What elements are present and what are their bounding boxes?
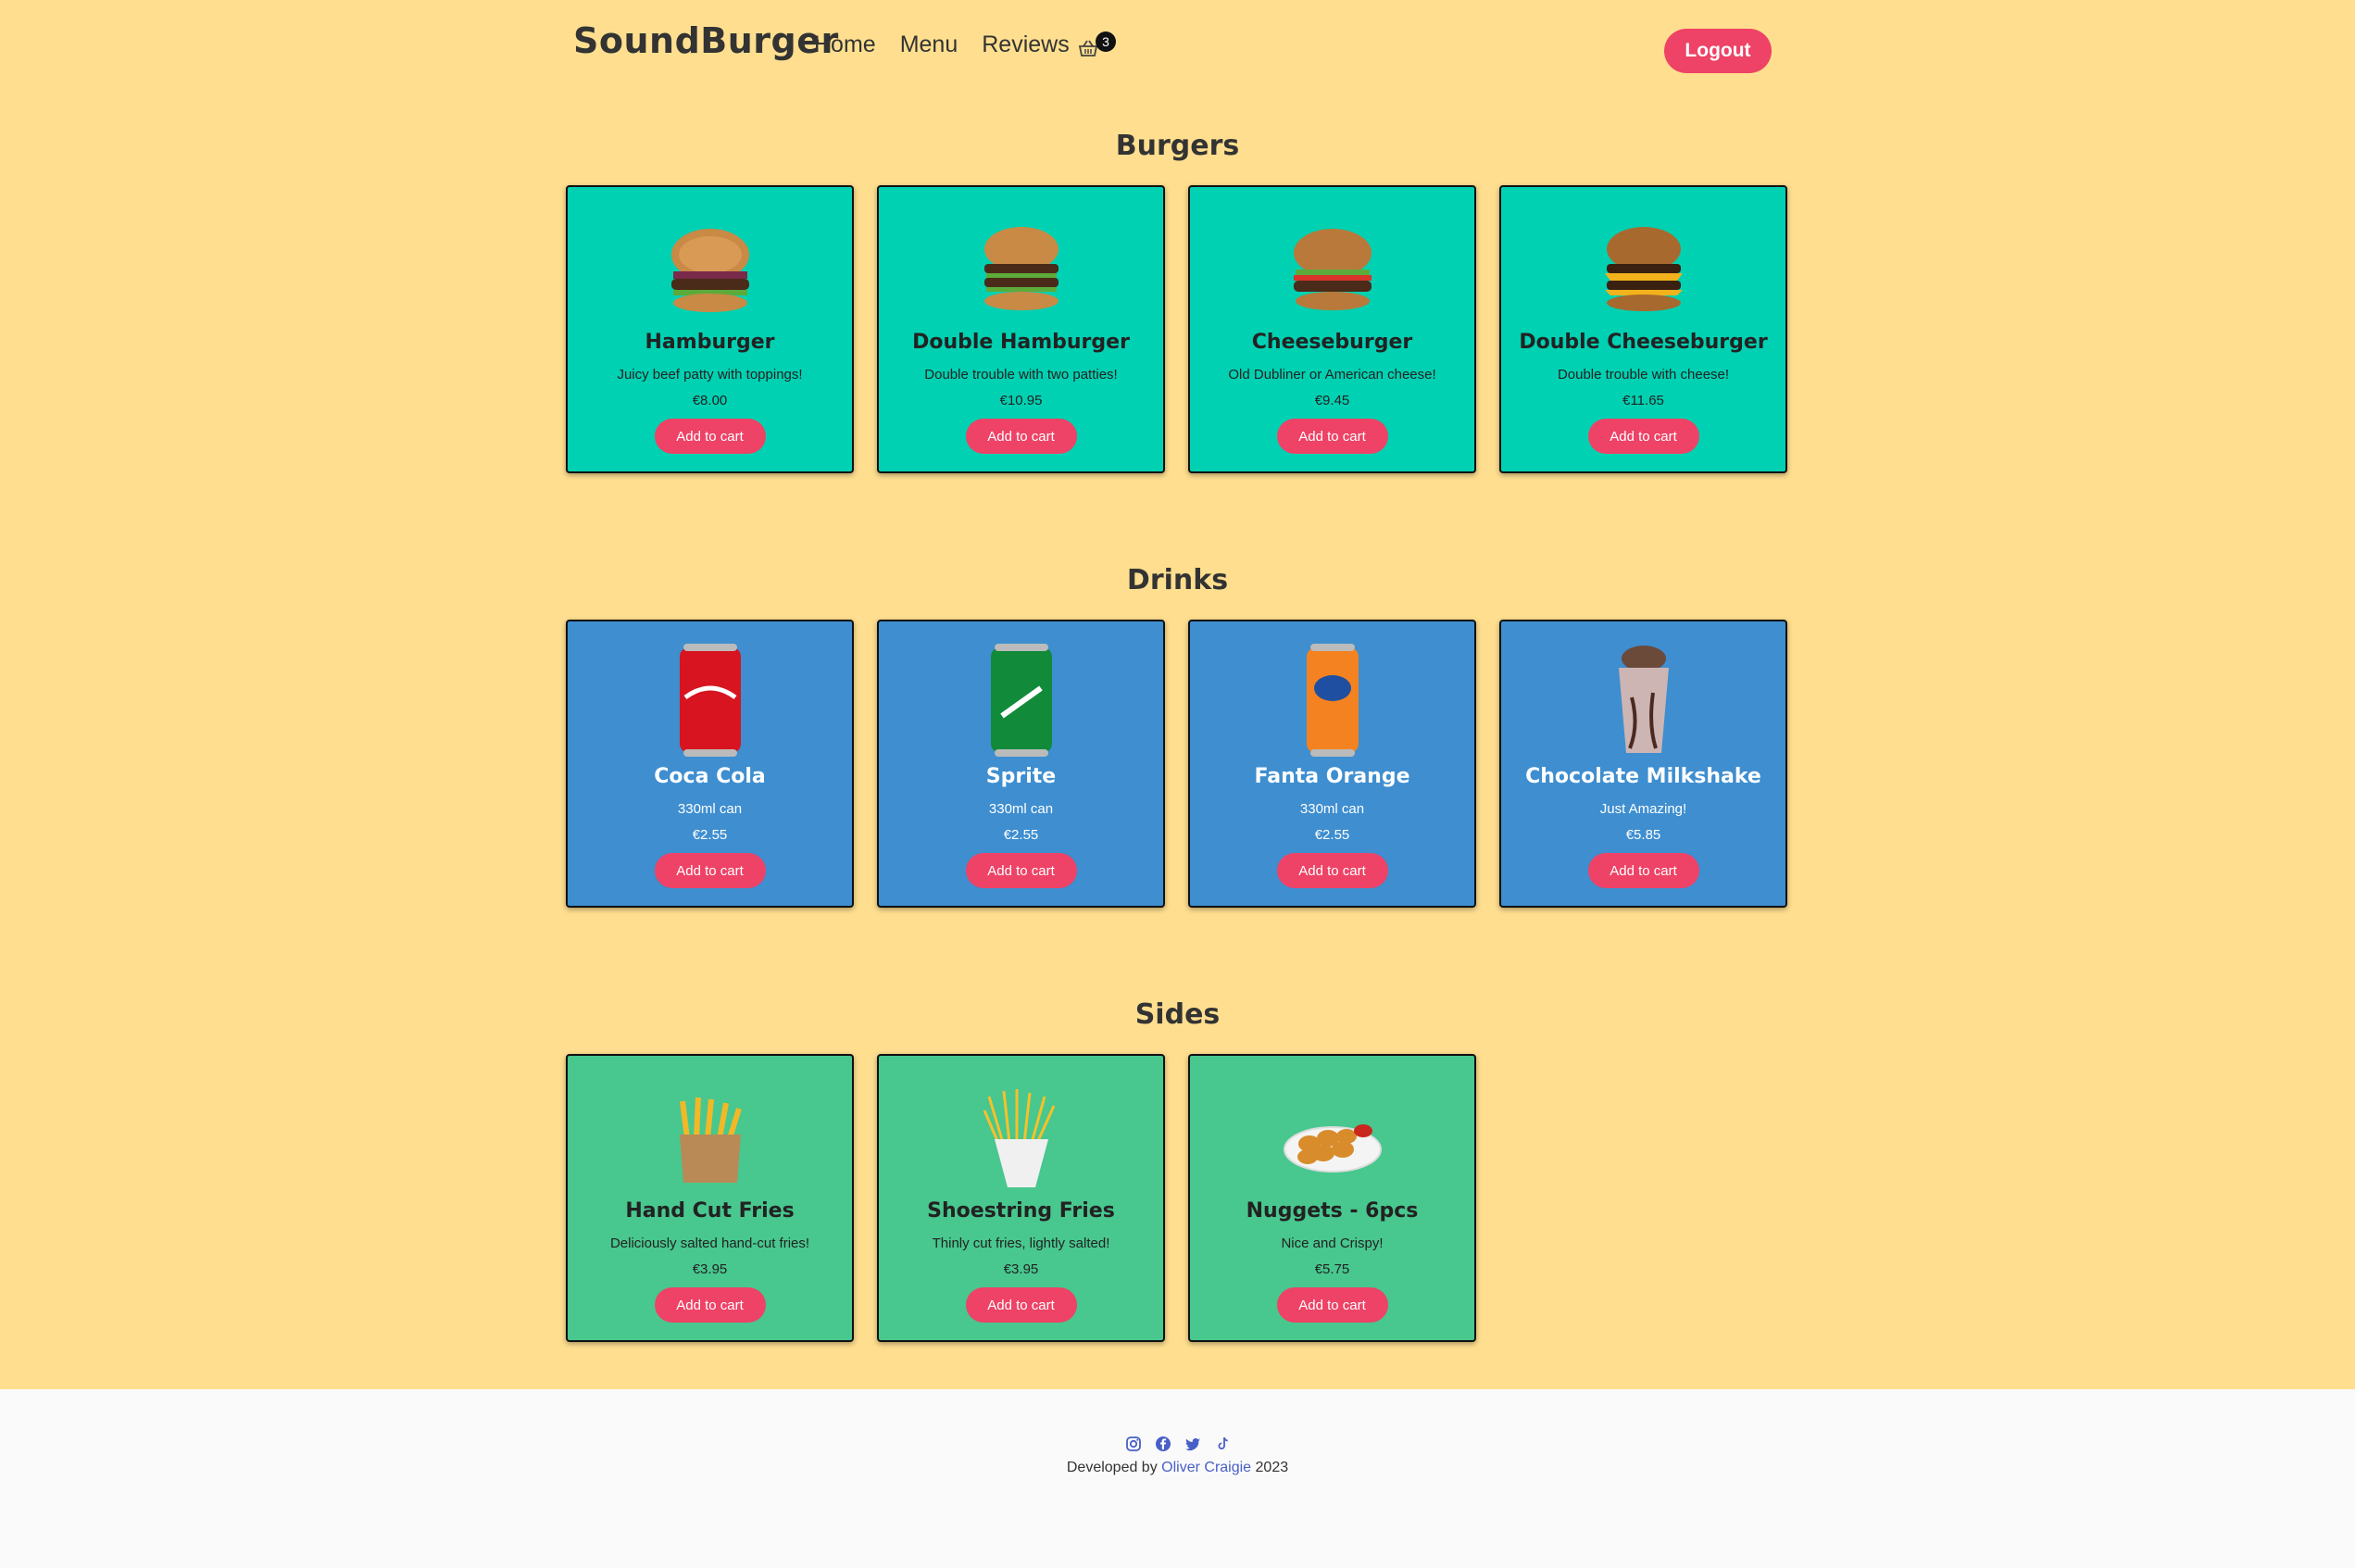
add-to-cart-button[interactable]: Add to cart bbox=[654, 1287, 766, 1323]
double-cheeseburger-image bbox=[1501, 219, 1785, 320]
tiktok-icon[interactable] bbox=[1214, 1436, 1231, 1452]
product-name: Sprite bbox=[985, 765, 1057, 788]
product-card: Coca Cola 330ml can €2.55 Add to cart bbox=[566, 620, 854, 908]
product-price: €3.95 bbox=[692, 1261, 728, 1277]
logout-button[interactable]: Logout bbox=[1664, 29, 1772, 73]
product-price: €2.55 bbox=[1003, 827, 1039, 843]
add-to-cart-button[interactable]: Add to cart bbox=[1276, 419, 1388, 454]
product-price: €9.45 bbox=[1314, 393, 1350, 408]
section-burgers: Burgers Hamburger Juicy beef patty with … bbox=[566, 130, 1789, 473]
add-to-cart-button[interactable]: Add to cart bbox=[965, 419, 1077, 454]
add-to-cart-button[interactable]: Add to cart bbox=[965, 1287, 1077, 1323]
nav-link-reviews[interactable]: Reviews bbox=[982, 31, 1069, 58]
product-price: €11.65 bbox=[1622, 393, 1664, 408]
nav-link-menu[interactable]: Menu bbox=[900, 31, 958, 58]
add-to-cart-button[interactable]: Add to cart bbox=[1276, 853, 1388, 888]
instagram-icon[interactable] bbox=[1125, 1436, 1142, 1452]
add-to-cart-button[interactable]: Add to cart bbox=[1587, 419, 1699, 454]
cart-button[interactable]: 3 bbox=[1077, 31, 1116, 63]
product-price: €8.00 bbox=[692, 393, 728, 408]
product-name: Chocolate Milkshake bbox=[1525, 765, 1761, 788]
product-description: Just Amazing! bbox=[1599, 801, 1687, 817]
social-links bbox=[0, 1436, 2355, 1452]
navbar: SoundBurger Home Menu Reviews 3 Logout bbox=[566, 0, 1789, 102]
product-name: Double Cheeseburger bbox=[1519, 331, 1768, 354]
coca-cola-can-image bbox=[568, 640, 852, 760]
section-drinks: Drinks Coca Cola 330ml can €2.55 Add to … bbox=[566, 564, 1789, 908]
nuggets-image bbox=[1190, 1087, 1474, 1189]
product-description: 330ml can bbox=[677, 801, 743, 817]
twitter-icon[interactable] bbox=[1184, 1436, 1201, 1452]
product-name: Nuggets - 6pcs bbox=[1246, 1199, 1419, 1223]
product-description: Juicy beef patty with toppings! bbox=[617, 367, 803, 383]
product-description: 330ml can bbox=[1299, 801, 1365, 817]
product-price: €5.85 bbox=[1625, 827, 1661, 843]
product-card: Sprite 330ml can €2.55 Add to cart bbox=[877, 620, 1165, 908]
product-description: Double trouble with cheese! bbox=[1557, 367, 1730, 383]
fanta-can-image bbox=[1190, 640, 1474, 760]
hamburger-image bbox=[568, 219, 852, 320]
product-price: €10.95 bbox=[999, 393, 1043, 408]
product-name: Cheeseburger bbox=[1251, 331, 1413, 354]
footer: Developed by Oliver Craigie 2023 bbox=[0, 1389, 2355, 1568]
add-to-cart-button[interactable]: Add to cart bbox=[654, 853, 766, 888]
product-card: Double Cheeseburger Double trouble with … bbox=[1499, 185, 1787, 473]
product-card: Nuggets - 6pcs Nice and Crispy! €5.75 Ad… bbox=[1188, 1054, 1476, 1342]
sprite-can-image bbox=[879, 640, 1163, 760]
product-description: 330ml can bbox=[988, 801, 1054, 817]
product-name: Fanta Orange bbox=[1254, 765, 1410, 788]
product-description: Nice and Crispy! bbox=[1281, 1236, 1384, 1251]
product-price: €5.75 bbox=[1314, 1261, 1350, 1277]
product-card: Hand Cut Fries Deliciously salted hand-c… bbox=[566, 1054, 854, 1342]
product-card: Cheeseburger Old Dubliner or American ch… bbox=[1188, 185, 1476, 473]
nav-link-home[interactable]: Home bbox=[814, 31, 876, 58]
product-card: Chocolate Milkshake Just Amazing! €5.85 … bbox=[1499, 620, 1787, 908]
product-description: Double trouble with two patties! bbox=[924, 367, 1118, 383]
brand-logo[interactable]: SoundBurger bbox=[573, 20, 839, 61]
product-name: Shoestring Fries bbox=[927, 1199, 1115, 1223]
product-card: Hamburger Juicy beef patty with toppings… bbox=[566, 185, 854, 473]
section-title: Sides bbox=[1134, 998, 1221, 1031]
footer-credit: Developed by Oliver Craigie 2023 bbox=[0, 1460, 2355, 1476]
shoestring-fries-image bbox=[879, 1087, 1163, 1189]
double-hamburger-image bbox=[879, 219, 1163, 320]
credit-prefix: Developed by bbox=[1066, 1460, 1158, 1475]
section-sides: Sides Hand Cut Fries Deliciously salted … bbox=[566, 998, 1789, 1342]
add-to-cart-button[interactable]: Add to cart bbox=[654, 419, 766, 454]
section-title: Burgers bbox=[1115, 130, 1240, 162]
product-price: €3.95 bbox=[1003, 1261, 1039, 1277]
add-to-cart-button[interactable]: Add to cart bbox=[1587, 853, 1699, 888]
facebook-icon[interactable] bbox=[1155, 1436, 1171, 1452]
milkshake-image bbox=[1501, 640, 1785, 760]
product-price: €2.55 bbox=[692, 827, 728, 843]
cheeseburger-image bbox=[1190, 219, 1474, 320]
product-name: Double Hamburger bbox=[912, 331, 1130, 354]
cart-count-badge: 3 bbox=[1096, 31, 1116, 52]
product-name: Coca Cola bbox=[654, 765, 766, 788]
author-link[interactable]: Oliver Craigie bbox=[1161, 1460, 1251, 1475]
product-card: Shoestring Fries Thinly cut fries, light… bbox=[877, 1054, 1165, 1342]
credit-year: 2023 bbox=[1255, 1460, 1289, 1475]
nav-links: Home Menu Reviews bbox=[814, 31, 1070, 58]
product-price: €2.55 bbox=[1314, 827, 1350, 843]
product-description: Old Dubliner or American cheese! bbox=[1228, 367, 1436, 383]
add-to-cart-button[interactable]: Add to cart bbox=[1276, 1287, 1388, 1323]
section-title: Drinks bbox=[1126, 564, 1229, 596]
product-name: Hamburger bbox=[645, 331, 775, 354]
product-name: Hand Cut Fries bbox=[625, 1199, 795, 1223]
hand-cut-fries-image bbox=[568, 1087, 852, 1189]
product-card: Double Hamburger Double trouble with two… bbox=[877, 185, 1165, 473]
add-to-cart-button[interactable]: Add to cart bbox=[965, 853, 1077, 888]
product-card: Fanta Orange 330ml can €2.55 Add to cart bbox=[1188, 620, 1476, 908]
product-description: Deliciously salted hand-cut fries! bbox=[609, 1236, 810, 1251]
product-description: Thinly cut fries, lightly salted! bbox=[932, 1236, 1110, 1251]
